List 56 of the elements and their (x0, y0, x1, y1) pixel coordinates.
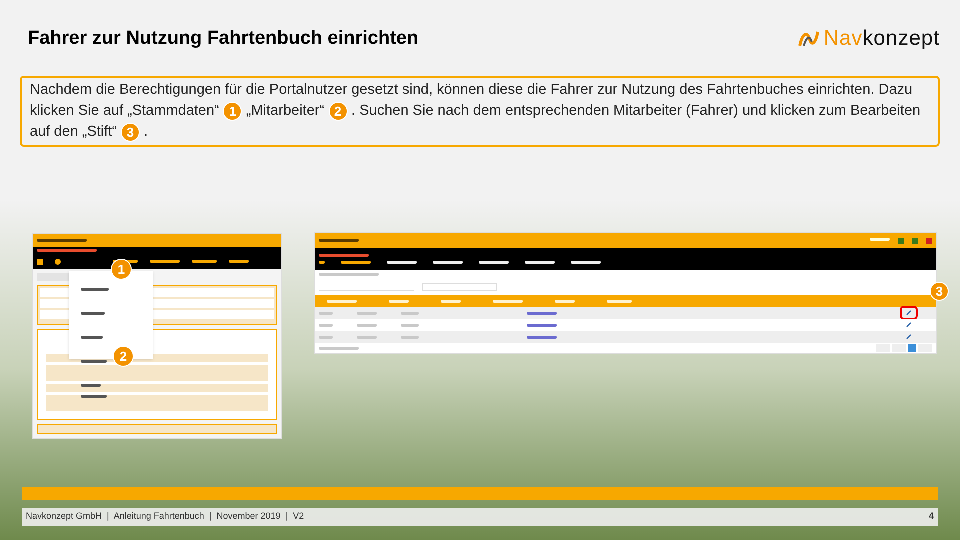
page-number: 4 (928, 510, 934, 524)
slide-title: Fahrer zur Nutzung Fahrtenbuch einrichten (28, 26, 419, 51)
blurred-text (387, 261, 417, 264)
step-badge: 1 (223, 102, 242, 121)
blurred-text (527, 324, 557, 326)
blurred-text (319, 261, 325, 264)
gear-icon (55, 258, 61, 265)
blurred-text (493, 300, 523, 302)
blurred-text (81, 395, 107, 398)
blurred-text (327, 300, 357, 302)
blurred-text (192, 260, 217, 264)
blurred-text (319, 336, 333, 338)
blurred-text (319, 273, 379, 276)
blurred-text (525, 261, 555, 264)
blurred-text (571, 261, 601, 264)
pager-button[interactable] (918, 344, 932, 352)
blurred-text (433, 261, 463, 264)
pager-current-page[interactable] (908, 344, 916, 352)
blurred-text (527, 312, 557, 314)
blurred-text (401, 336, 419, 338)
blurred-text (555, 300, 575, 302)
blurred-text (441, 300, 461, 302)
blurred-text (357, 336, 377, 338)
blurred-text (319, 346, 359, 350)
instruction-text: Nachdem die Berechtigungen für die Portalnutzer gesetzt sind, können diese die Fahrer zur Nutzung des Fahrtenbuches einrichten. Dazu klicken Sie auf „Stammdaten“ 1 „Mitarbeiter“ 2 . Suchen Sie nach dem entsprechenden Mitarbeiter (Fahrer) und klicken zum Bearbeiten auf den „Stift“ 3 . (30, 81, 922, 143)
blurred-text (357, 312, 377, 314)
blurred-text (319, 239, 359, 242)
blurred-text (607, 300, 632, 302)
blurred-text (319, 324, 333, 326)
blurred-text (401, 312, 419, 314)
blurred-text (401, 324, 419, 326)
blurred-text (389, 300, 409, 302)
blurred-text (527, 336, 557, 338)
logo-swoosh-icon (798, 30, 820, 48)
blurred-text (229, 260, 249, 264)
logo-text: Navkonzept (824, 26, 940, 52)
blurred-text (37, 248, 97, 252)
blurred-text (870, 238, 890, 240)
blurred-text (357, 324, 377, 326)
blurred-text (150, 260, 180, 264)
blurred-text (341, 261, 371, 264)
blurred-text (319, 254, 369, 257)
step-badge: 3 (121, 122, 140, 142)
blurred-text (37, 238, 87, 242)
blurred-text (319, 312, 333, 314)
filter-dropdown[interactable] (422, 283, 497, 291)
blurred-text (81, 360, 107, 363)
blurred-text (81, 384, 101, 387)
home-icon (37, 258, 43, 265)
blurred-text (479, 261, 509, 264)
blurred-text (81, 288, 109, 291)
pager-button[interactable] (876, 344, 890, 352)
footer-text: Navkonzept GmbH | Anleitung Fahrtenbuch | November 2019 | V2 (26, 510, 304, 524)
blurred-text (81, 312, 105, 315)
blurred-text (81, 336, 103, 339)
step-badge: 2 (328, 102, 348, 121)
